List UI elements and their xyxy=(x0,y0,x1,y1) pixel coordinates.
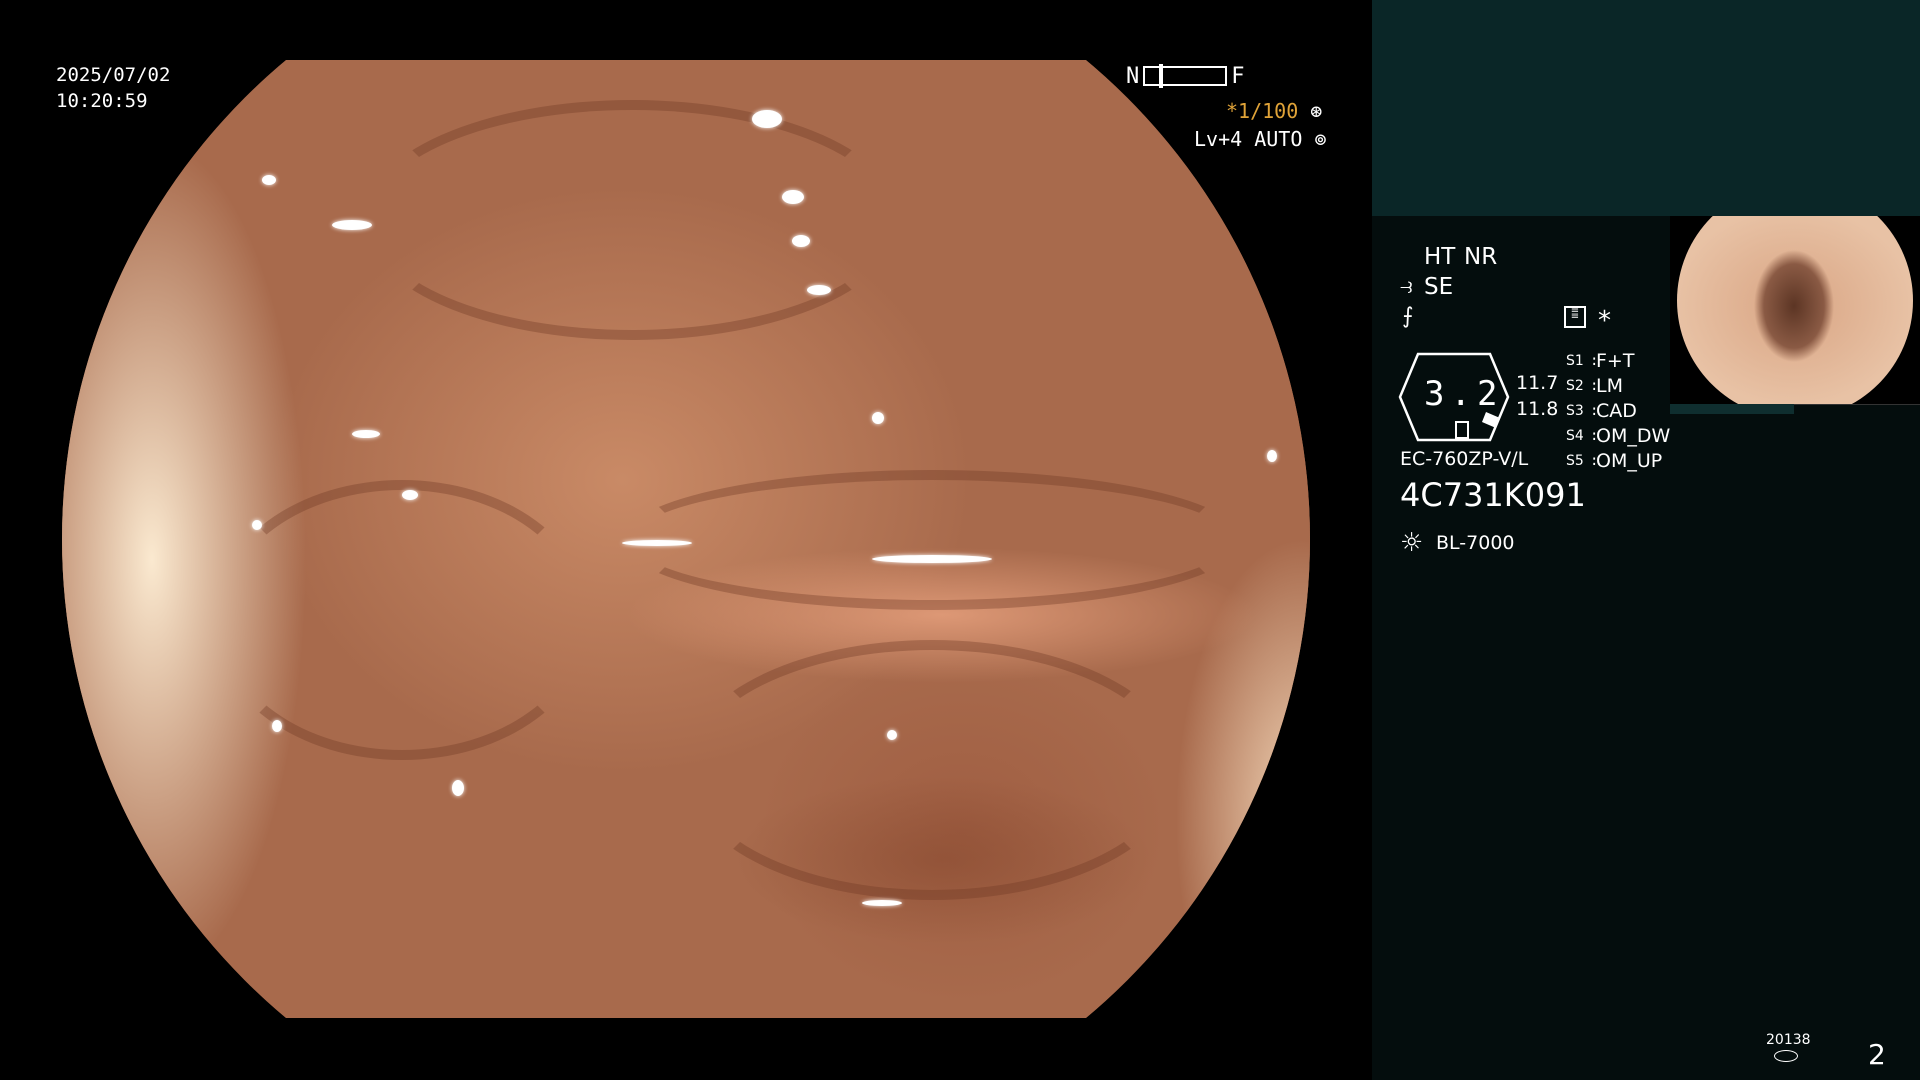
focus-indicator: N F xyxy=(1126,63,1245,89)
light-source: BL-7000 xyxy=(1436,532,1515,554)
specular-highlight xyxy=(807,285,831,295)
switch-key: S4 xyxy=(1566,427,1584,444)
nr-label: NR xyxy=(1464,244,1498,270)
specular-highlight xyxy=(872,555,992,563)
switch-row: S5 : OM_UP xyxy=(1566,448,1676,473)
time-label: 10:20:59 xyxy=(56,90,148,112)
mucosal-fold xyxy=(362,100,902,340)
specular-highlight xyxy=(252,520,262,530)
focus-near-label: N xyxy=(1126,63,1140,89)
specular-highlight xyxy=(402,490,418,500)
focus-track xyxy=(1143,64,1228,88)
specular-highlight xyxy=(782,190,804,204)
shutter-speed-label: *1/100 xyxy=(1226,99,1299,123)
switch-key: S2 xyxy=(1566,377,1584,394)
specular-highlight xyxy=(352,430,380,438)
settings-list-icon: ≡ ≡ xyxy=(1564,306,1586,328)
specular-highlight xyxy=(1267,450,1277,462)
endoscopy-screen: 2025/07/02 10:20:59 N F *1/100 ⊛ Lv+4 AU… xyxy=(0,0,1920,1080)
specular-highlight xyxy=(452,780,464,796)
iris-icon: ⊚ xyxy=(1314,127,1327,151)
image-counter: 20138 xyxy=(1766,1032,1811,1048)
main-endoscope-view[interactable]: 2025/07/02 10:20:59 N F *1/100 ⊛ Lv+4 AU… xyxy=(0,0,1372,1080)
endoscopic-image[interactable] xyxy=(62,60,1310,1018)
specular-highlight xyxy=(272,720,282,732)
switch-row: S1 : F+T xyxy=(1566,348,1676,373)
side-panel-header xyxy=(1372,0,1920,216)
focus-knob xyxy=(1159,64,1164,88)
level-label: Lv+4 xyxy=(1194,127,1243,151)
switch-value: F+T xyxy=(1596,349,1635,372)
aperture-icon: ⊛ xyxy=(1310,99,1323,123)
storage-icon xyxy=(1774,1050,1798,1062)
scope-serial: 4C731K091 xyxy=(1400,476,1586,514)
switch-row: S4 : OM_DW xyxy=(1566,423,1676,448)
switch-row: S3 : CAD xyxy=(1566,398,1676,423)
freeze-icon: ⨍ xyxy=(1402,304,1414,329)
mucosal-fold xyxy=(212,480,592,760)
switch-key: S1 xyxy=(1566,352,1584,369)
exposure-info: Lv+4 AUTO ⊚ xyxy=(1194,126,1326,152)
lamp-icon: ☼ xyxy=(1400,528,1424,558)
switch-row: S2 : LM xyxy=(1566,373,1676,398)
exposure-mode-label: AUTO xyxy=(1254,127,1303,151)
specular-highlight xyxy=(332,220,372,230)
value-1: 11.7 xyxy=(1516,372,1559,394)
page-number: 2 xyxy=(1868,1038,1886,1071)
switch-value: OM_UP xyxy=(1596,449,1663,472)
se-label: SE xyxy=(1424,274,1454,300)
specular-highlight xyxy=(752,110,782,128)
specular-highlight xyxy=(792,235,810,247)
ht-label: HT xyxy=(1424,244,1456,270)
switch-key: S5 xyxy=(1566,452,1584,469)
specular-highlight xyxy=(862,900,902,906)
switch-value: OM_DW xyxy=(1596,424,1671,447)
switch-list: S1 : F+T S2 : LM S3 : CAD S4 : OM_DW S5 … xyxy=(1566,348,1676,473)
focus-far-label: F xyxy=(1231,63,1245,89)
scope-tip-icon: ⥽ xyxy=(1400,274,1413,299)
switch-value: LM xyxy=(1596,374,1623,397)
specular-highlight xyxy=(887,730,897,740)
specular-highlight xyxy=(872,412,884,424)
thumbnail-image xyxy=(1677,216,1913,404)
value-2: 11.8 xyxy=(1516,398,1559,420)
mucosal-fold xyxy=(622,470,1242,610)
date-label: 2025/07/02 xyxy=(56,64,171,86)
scope-model: EC-760ZP-V/L xyxy=(1400,448,1529,470)
specular-highlight xyxy=(262,175,276,185)
thumbnail-footer xyxy=(1670,404,1794,414)
star-label: * xyxy=(1598,306,1611,336)
switch-value: CAD xyxy=(1596,399,1637,422)
scale-value: 3.2 xyxy=(1424,374,1504,414)
switch-key: S3 xyxy=(1566,402,1584,419)
shutter-speed: *1/100 ⊛ xyxy=(1226,98,1322,124)
specular-highlight xyxy=(622,540,692,546)
reference-thumbnail[interactable] xyxy=(1670,216,1920,405)
mucosal-fold xyxy=(682,640,1182,900)
